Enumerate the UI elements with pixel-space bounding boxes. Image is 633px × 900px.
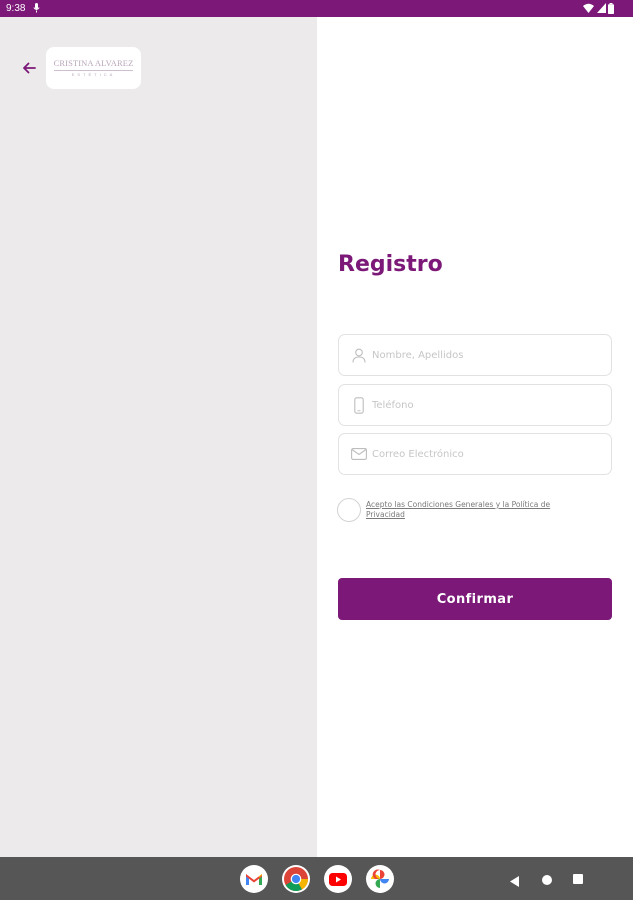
name-field[interactable] [338,334,612,376]
back-triangle-icon[interactable] [509,873,520,892]
mail-icon [350,445,368,463]
youtube-icon[interactable] [324,865,352,893]
terms-checkbox[interactable] [337,498,361,522]
phone-icon [350,396,368,414]
email-field[interactable] [338,433,612,475]
terms-link[interactable]: Acepto las Condiciones Generales y la Po… [366,500,581,520]
email-input[interactable] [372,434,604,474]
wifi-icon [583,3,594,16]
left-panel [0,17,317,857]
status-time: 9:38 [6,3,26,14]
mic-icon [33,3,40,16]
page-title: Registro [338,252,443,277]
person-icon [350,346,368,364]
home-circle-icon[interactable] [542,875,552,885]
photos-icon[interactable] [366,865,394,893]
status-bar: 9:38 [0,0,633,17]
chrome-icon[interactable] [282,865,310,893]
phone-input[interactable] [372,385,604,425]
phone-field[interactable] [338,384,612,426]
navigation-bar [0,857,633,900]
recents-square-icon[interactable] [573,874,583,884]
logo-divider [54,70,133,71]
name-input[interactable] [372,335,604,375]
logo-subtitle: ESTÉTICA [71,72,116,77]
gmail-icon[interactable] [240,865,268,893]
logo: CRISTINA ALVAREZ ESTÉTICA [46,47,141,89]
logo-name: CRISTINA ALVAREZ [53,58,134,68]
confirm-button[interactable]: Confirmar [338,578,612,620]
arrow-left-icon [22,59,36,78]
signal-icon [597,3,606,16]
back-button[interactable] [18,57,40,79]
battery-icon [608,3,614,17]
